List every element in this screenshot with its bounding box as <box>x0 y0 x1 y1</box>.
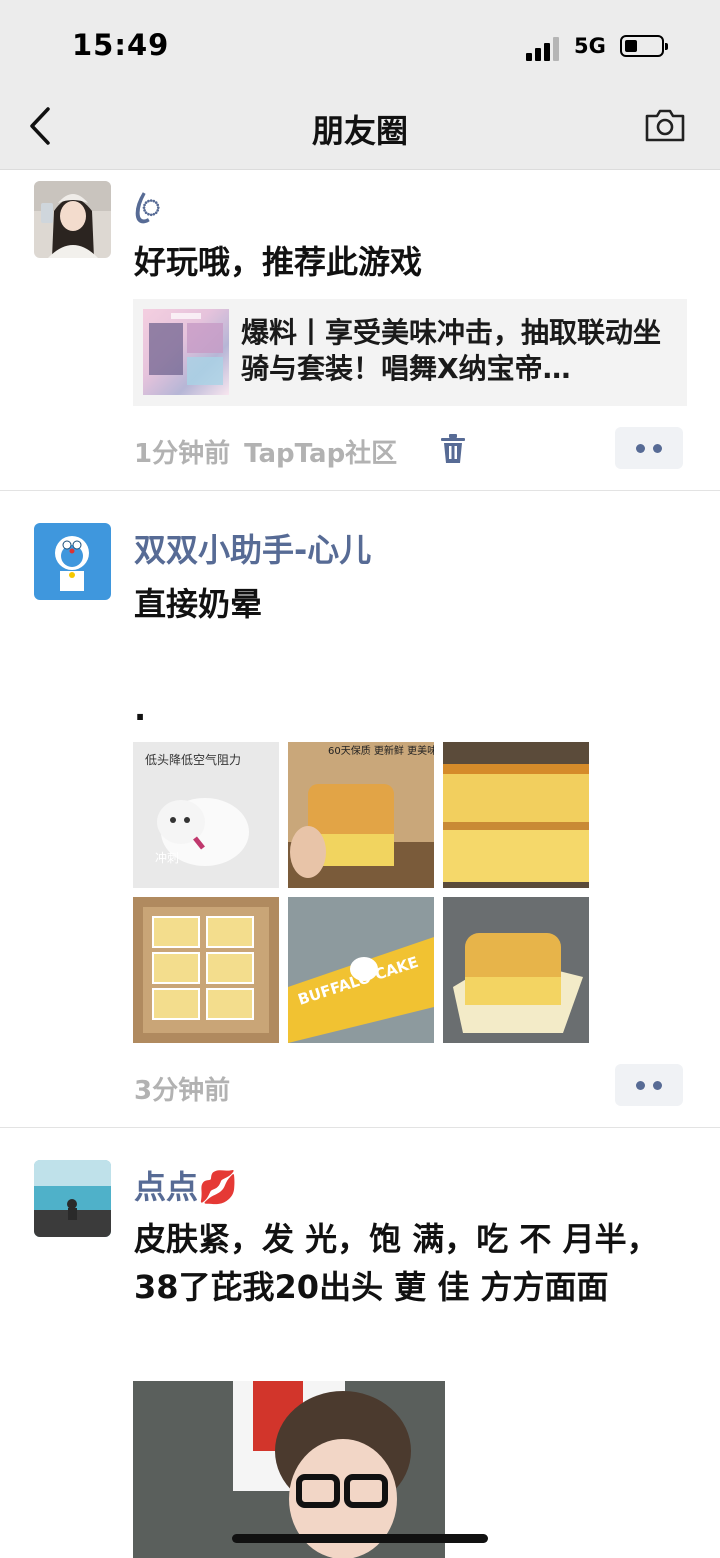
post-author-name[interactable]: 双双小助手-心儿 <box>134 525 371 571</box>
post-time: 3分钟前 <box>134 1076 231 1106</box>
divider <box>0 1127 720 1128</box>
page-title: 朋友圈 <box>311 112 408 150</box>
post-text-extra: . <box>134 690 147 728</box>
battery-icon <box>620 35 668 57</box>
image-caption: 低头降低空气阻力 <box>145 752 241 767</box>
post-image[interactable] <box>133 897 279 1043</box>
post-meta: 1分钟前 TapTap社区 <box>134 433 397 470</box>
post-image[interactable] <box>443 897 589 1043</box>
home-indicator[interactable] <box>232 1534 488 1543</box>
avatar[interactable] <box>34 181 111 258</box>
post-source[interactable]: TapTap社区 <box>244 439 397 469</box>
link-title: 爆料丨享受美味冲击，抽取联动坐骑与套装！唱舞Ⅹ纳宝帝… <box>241 316 662 385</box>
status-bar: 15:49 5G <box>0 0 720 92</box>
post-text: 直接奶晕 <box>134 585 263 623</box>
post-author-name[interactable]: 点点💋 <box>134 1162 238 1208</box>
post-image[interactable] <box>443 742 589 888</box>
image-caption: 冲刺 <box>155 850 179 865</box>
post-image[interactable]: 低头降低空气阻力 冲刺 <box>133 742 279 888</box>
camera-icon[interactable] <box>644 107 686 143</box>
trash-icon[interactable] <box>440 434 466 464</box>
post-image[interactable] <box>133 1381 445 1558</box>
more-dots-icon[interactable] <box>615 1064 683 1106</box>
status-time: 15:49 <box>72 28 170 62</box>
avatar[interactable] <box>34 523 111 600</box>
divider <box>0 490 720 491</box>
post-image[interactable]: BUFFALO CAKE <box>288 897 434 1043</box>
network-type: 5G <box>574 34 606 58</box>
more-dots-icon[interactable] <box>615 427 683 469</box>
post-time: 1分钟前 <box>134 439 231 469</box>
shared-link-card[interactable]: 爆料丨享受美味冲击，抽取联动坐骑与套装！唱舞Ⅹ纳宝帝… <box>133 299 687 406</box>
post-image[interactable]: 60天保质 更新鲜 更美味! <box>288 742 434 888</box>
avatar[interactable] <box>34 1160 111 1237</box>
signal-icon <box>526 37 562 61</box>
link-thumbnail <box>143 309 229 395</box>
nav-bar: 朋友圈 <box>0 92 720 170</box>
image-caption: 60天保质 更新鲜 更美味! <box>328 744 434 757</box>
post-text: 好玩哦，推荐此游戏 <box>134 243 423 281</box>
post-text: 皮肤紧，发 光，饱 满，吃 不 月半，38了芘我20出头 莄 佳 方方面面 <box>134 1220 659 1306</box>
